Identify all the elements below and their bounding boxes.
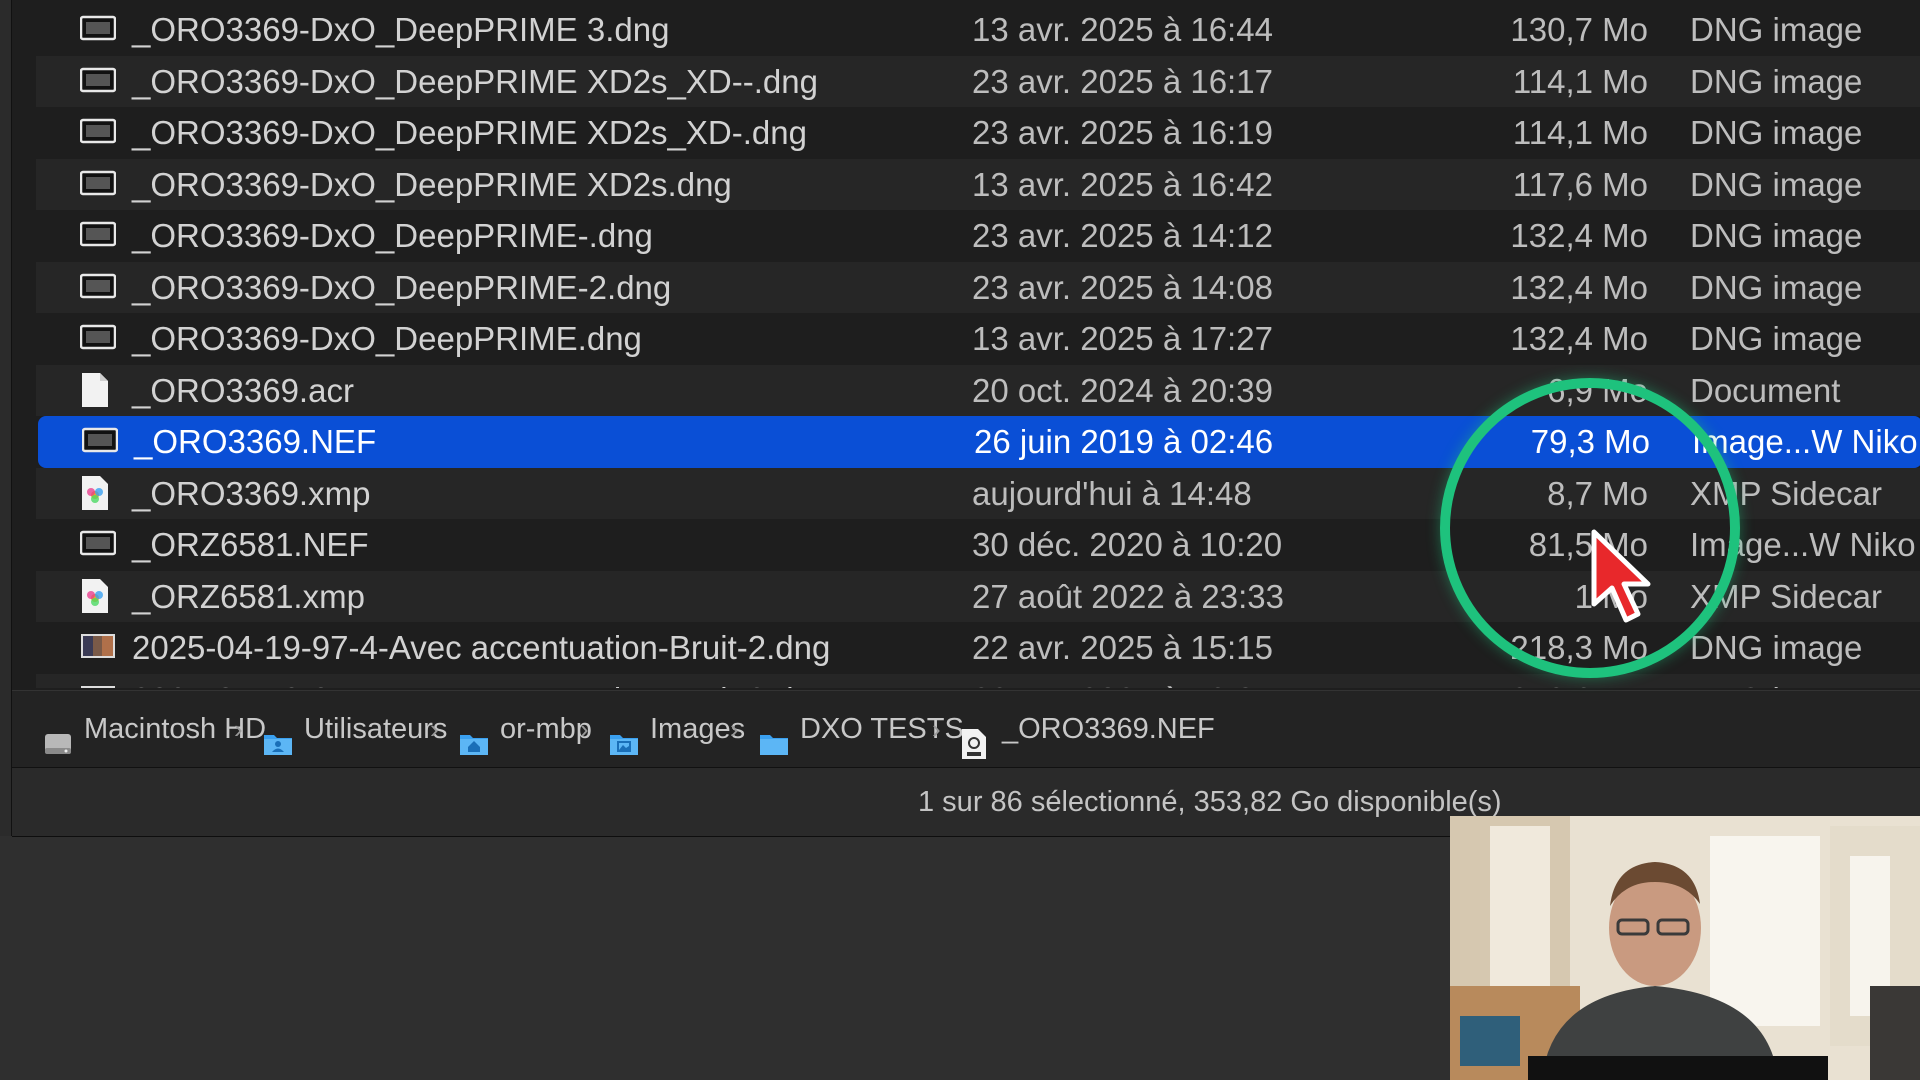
file-size: 132,4 Mo xyxy=(1510,217,1648,254)
image-file-icon xyxy=(80,4,120,56)
file-kind: DNG image xyxy=(1690,629,1863,666)
path-bar: Macintosh HD › Utilisateurs › or-mbp › Images ›… xyxy=(12,690,1920,768)
photo-thumbnail-icon xyxy=(80,622,120,674)
photos-file-icon xyxy=(80,468,120,520)
file-name: _ORO3369-DxO_DeepPRIME-.dng xyxy=(132,217,653,254)
image-file-icon xyxy=(80,262,120,314)
image-file-icon xyxy=(80,519,120,571)
file-row[interactable]: _ORO3369-DxO_DeepPRIME XD2s_XD--.dng 23 a… xyxy=(36,55,1920,108)
file-kind: DNG image xyxy=(1690,11,1863,48)
file-name: _ORO3369.acr xyxy=(132,371,354,409)
file-kind: DNG image xyxy=(1690,217,1863,254)
file-name: _ORO3369-DxO_DeepPRIME.dng xyxy=(132,320,642,357)
status-text: 1 sur 86 sélectionné, 353,82 Go disponib… xyxy=(918,786,1502,818)
file-name: _ORZ6581.NEF xyxy=(132,526,369,563)
path-separator-icon: › xyxy=(932,714,941,744)
file-kind: DNG image xyxy=(1690,62,1863,100)
file-size: 132,4 Mo xyxy=(1510,320,1648,357)
file-kind: DNG image xyxy=(1690,320,1863,357)
file-row[interactable]: _ORO3369-DxO_DeepPRIME-2.dng 23 avr. 2025… xyxy=(36,261,1920,314)
photos-file-icon xyxy=(80,571,120,623)
file-size: 130,7 Mo xyxy=(1510,11,1648,48)
file-kind: Document xyxy=(1690,371,1841,409)
screen: _ORO3369-DxO_DeepPRIME 3.dng 13 avr. 2025… xyxy=(0,0,1920,1080)
file-name: 2025-04-19-97-4-Avec accentuation-Bruit-… xyxy=(132,674,830,689)
file-date-modified: 13 avr. 2025 à 16:44 xyxy=(972,11,1273,48)
file-date-modified: 22 avr. 2025 à 15:15 xyxy=(972,629,1273,666)
path-crumb-label: _ORO3369.NEF xyxy=(1002,713,1215,745)
file-date-modified: aujourd'hui à 14:48 xyxy=(972,474,1252,512)
file-name: _ORO3369.NEF xyxy=(134,423,377,460)
file-row[interactable]: _ORO3369-DxO_DeepPRIME.dng 13 avr. 2025 à… xyxy=(36,313,1920,365)
image-file-icon xyxy=(80,107,120,159)
file-date-modified: 30 déc. 2020 à 10:20 xyxy=(972,526,1283,563)
image-file-icon xyxy=(80,56,120,108)
file-name: _ORO3369-DxO_DeepPRIME-2.dng xyxy=(132,268,672,306)
file-kind: DNG image xyxy=(1690,268,1863,306)
file-date-modified: 27 août 2022 à 23:33 xyxy=(972,577,1284,615)
image-file-icon xyxy=(80,210,120,262)
image-file-icon xyxy=(80,159,120,211)
file-name: _ORZ6581.xmp xyxy=(132,577,365,615)
path-separator-icon: › xyxy=(430,714,439,744)
file-date-modified: 23 avr. 2025 à 14:12 xyxy=(972,217,1273,254)
path-separator-icon: › xyxy=(580,714,589,744)
file-size: 132,4 Mo xyxy=(1510,268,1648,306)
file-date-modified: 23 avr. 2025 à 16:17 xyxy=(972,62,1273,100)
file-date-modified: 23 avr. 2025 à 14:08 xyxy=(972,268,1273,306)
photo-thumbnail-icon xyxy=(80,674,120,688)
file-kind: DNG image xyxy=(1690,674,1862,689)
image-file-icon xyxy=(82,416,122,468)
image-file-icon xyxy=(80,313,120,365)
file-kind: Image...W Niko xyxy=(1692,423,1918,460)
file-row[interactable]: _ORO3369-DxO_DeepPRIME 3.dng 13 avr. 2025… xyxy=(36,4,1920,56)
file-name: 2025-04-19-97-4-Avec accentuation-Bruit-… xyxy=(132,629,831,666)
file-name: _ORO3369.xmp xyxy=(132,474,371,512)
file-kind: DNG image xyxy=(1690,165,1863,203)
file-name: _ORO3369-DxO_DeepPRIME XD2s_XD-.dng xyxy=(132,114,807,151)
file-row[interactable]: _ORO3369-DxO_DeepPRIME XD2s.dng 13 avr. 2… xyxy=(36,158,1920,211)
file-kind: DNG image xyxy=(1690,114,1863,151)
file-date-modified: 22 avr. 2025 à 13:07 xyxy=(972,674,1273,689)
path-crumb-label: Utilisateurs xyxy=(304,713,448,745)
path-separator-icon: › xyxy=(730,714,739,744)
file-row[interactable]: _ORO3369-DxO_DeepPRIME XD2s_XD-.dng 23 av… xyxy=(36,107,1920,159)
file-date-modified: 13 avr. 2025 à 17:27 xyxy=(972,320,1273,357)
file-size: 117,6 Mo xyxy=(1512,165,1648,203)
file-date-modified: 13 avr. 2025 à 16:42 xyxy=(972,165,1273,203)
file-date-modified: 23 avr. 2025 à 16:19 xyxy=(972,114,1273,151)
file-size: 114,1 Mo xyxy=(1512,62,1648,100)
file-size: 114,1 Mo xyxy=(1512,114,1648,151)
window-edge xyxy=(0,0,12,836)
file-row[interactable]: 2025-04-19-97-4-Avec accentuation-Bruit-… xyxy=(36,673,1920,689)
path-separator-icon: › xyxy=(234,714,243,744)
webcam-overlay xyxy=(1450,816,1920,1080)
file-row[interactable]: _ORO3369-DxO_DeepPRIME-.dng 23 avr. 2025 … xyxy=(36,210,1920,262)
file-date-modified: 26 juin 2019 à 02:46 xyxy=(974,423,1274,460)
mouse-cursor-icon xyxy=(1590,528,1656,629)
file-name: _ORO3369-DxO_DeepPRIME XD2s.dng xyxy=(132,165,732,203)
document-file-icon xyxy=(80,365,120,417)
file-name: _ORO3369-DxO_DeepPRIME 3.dng xyxy=(132,11,670,48)
file-date-modified: 20 oct. 2024 à 20:39 xyxy=(972,371,1273,409)
file-name: _ORO3369-DxO_DeepPRIME XD2s_XD--.dng xyxy=(132,62,818,100)
path-crumb-label: or-mbp xyxy=(500,713,592,745)
